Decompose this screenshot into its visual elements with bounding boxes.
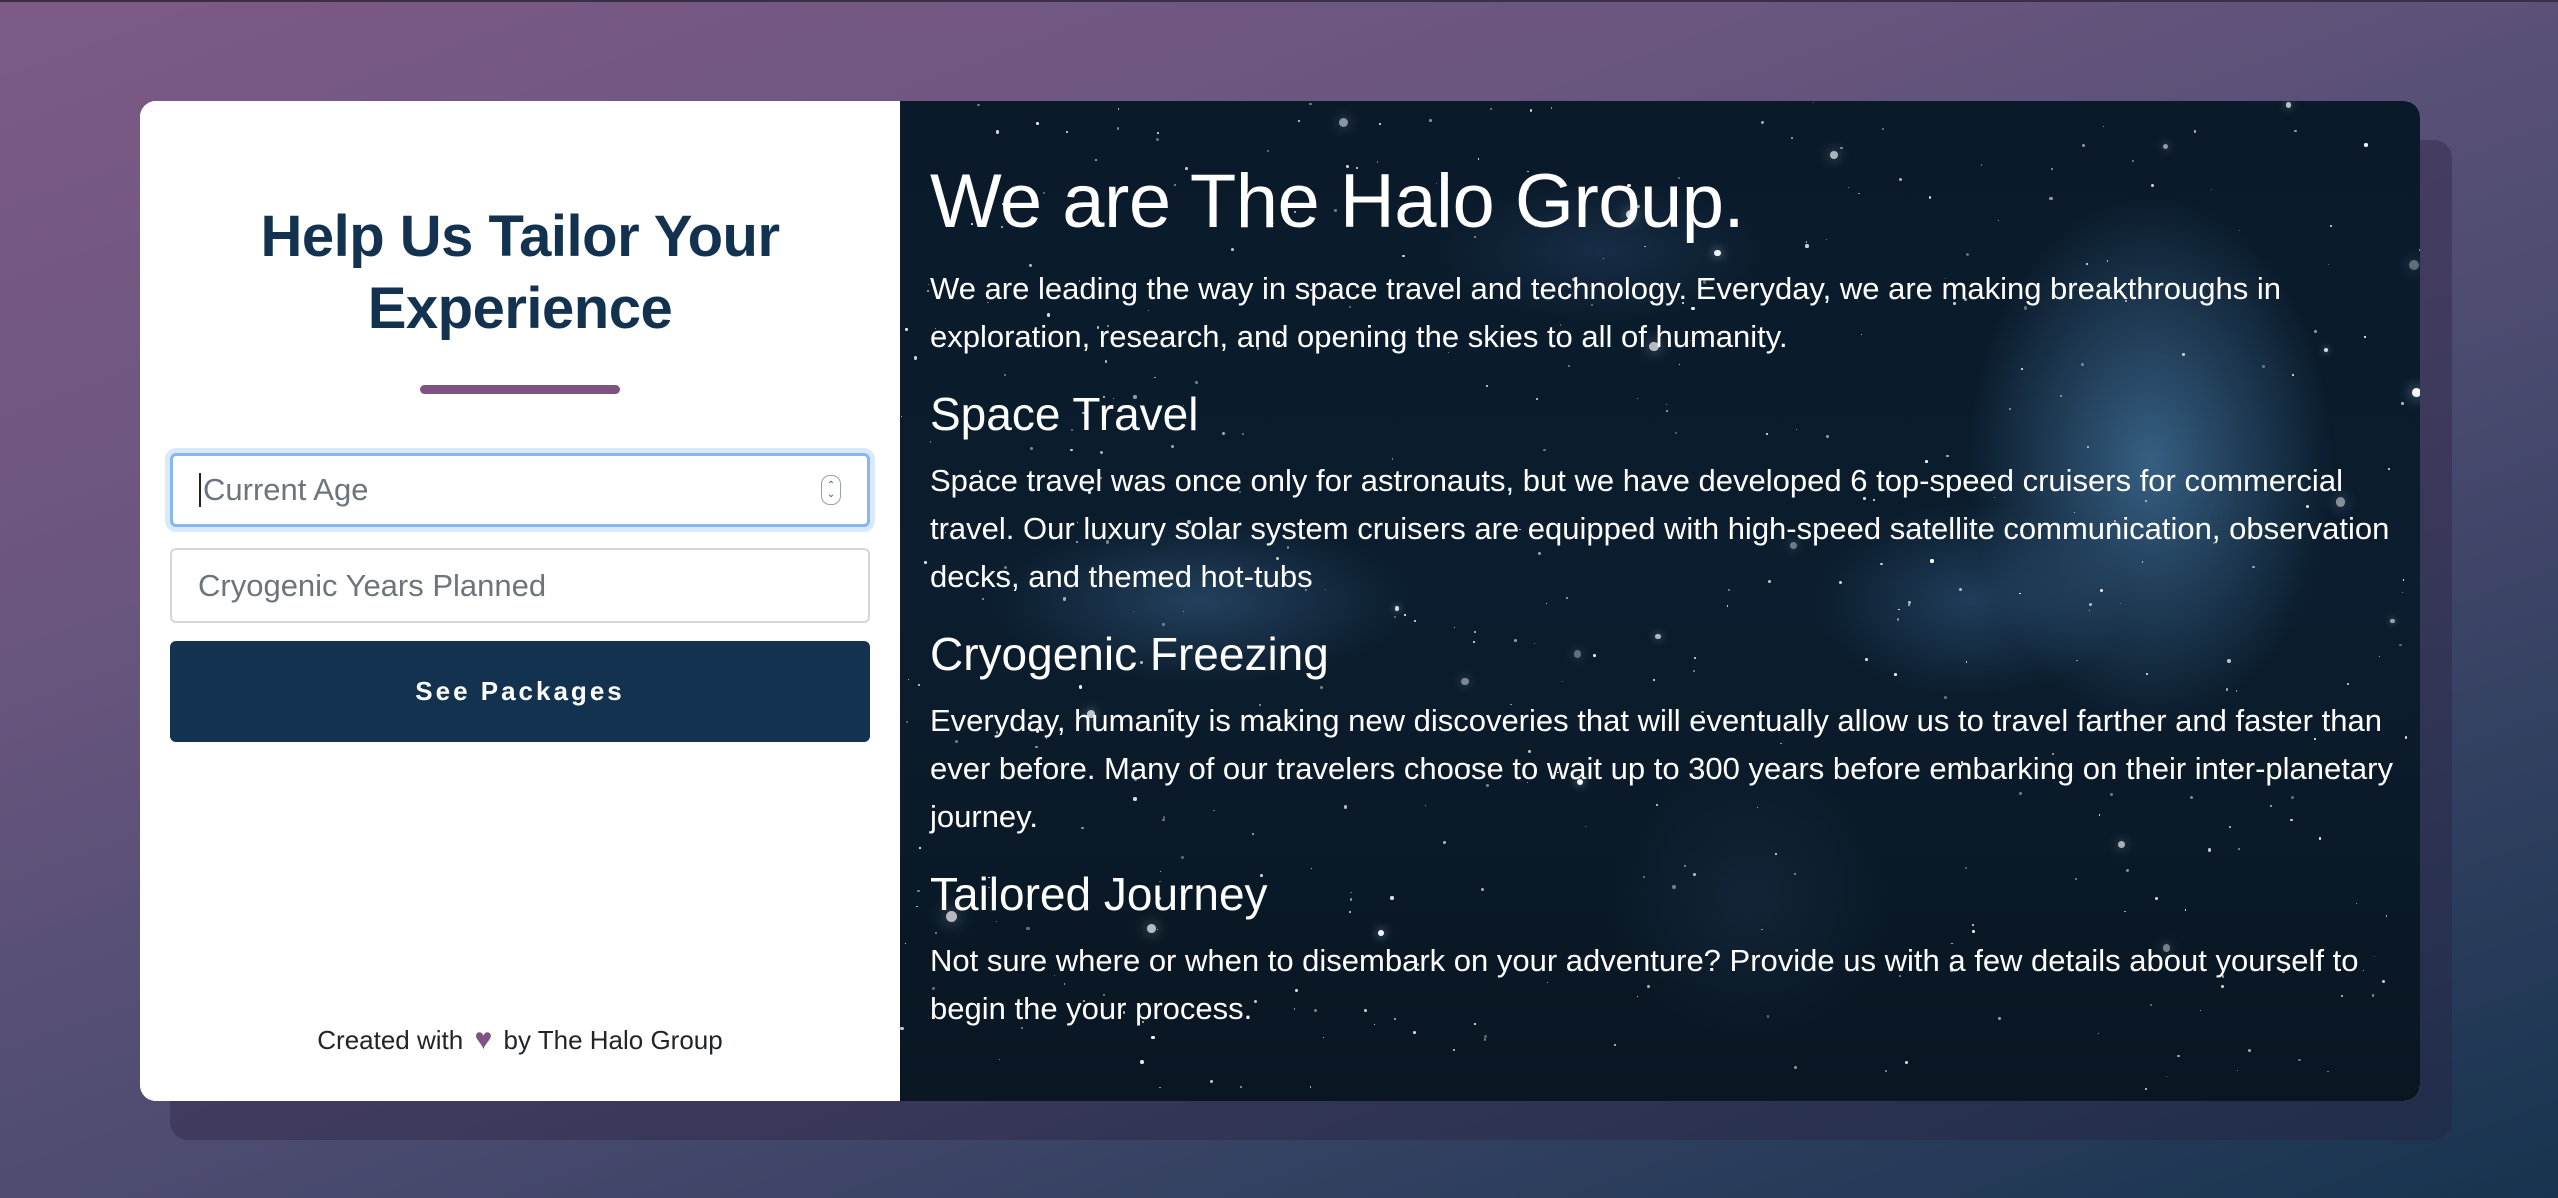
star-dot [1140,1060,1144,1064]
star-dot [1309,102,1312,106]
star-dot [976,103,980,107]
form-title-line1: Help Us Tailor Your [260,204,780,269]
section-title-tailored-journey: Tailored Journey [930,868,1268,920]
form-title-line2: Experience [367,276,673,341]
star-dot [2248,1048,2251,1052]
star-dot [2193,129,2197,133]
star-dot [2327,1070,2329,1072]
star-dot [1239,1085,1243,1089]
star-dot [1881,128,1884,131]
star-dot [916,905,918,907]
footer-credit: Created with ♥ by The Halo Group [140,1023,900,1057]
star-dot [1117,108,1120,110]
star-dot [1156,131,1159,134]
star-dot [2294,129,2297,133]
section-title-space-travel: Space Travel [930,388,1199,440]
star-dot [1158,1086,1161,1089]
star-dot [1550,106,1553,109]
star-dot [2408,259,2419,271]
star-dot [1309,1086,1312,1088]
star-dot [1429,119,1432,123]
star-dot [1066,130,1069,133]
star-dot [1530,109,1533,112]
star-dot [2285,102,2292,108]
star-dot [1322,1036,1325,1039]
star-dot [927,283,929,285]
star-dot [1884,1070,1887,1073]
section-body-cryogenic-freezing: Everyday, humanity is making new discove… [930,703,2393,834]
star-dot [2103,125,2105,127]
star-dot [917,889,920,892]
heart-icon: ♥ [474,1023,493,1056]
star-dot [905,720,908,723]
about-intro: We are leading the way in space travel a… [930,271,2281,354]
top-border [0,0,2558,2]
star-dot [2412,387,2420,397]
star-dot [1378,122,1381,125]
star-dot [2082,144,2086,148]
star-dot [1266,149,1269,153]
stepper-down-icon[interactable]: ⌄ [827,490,835,500]
star-dot [1840,146,1844,150]
star-dot [1812,101,1814,104]
star-dot [2145,1087,2148,1090]
section-body-tailored-journey: Not sure where or when to disembark on y… [930,943,2359,1026]
section-title-cryogenic-freezing: Cryogenic Freezing [930,628,1329,680]
form-title: Help Us Tailor Your Experience [140,201,900,345]
star-dot [2097,1032,2100,1035]
star-dot [1151,1036,1155,1040]
star-dot [1036,121,1040,125]
form-panel: Help Us Tailor Your Experience Current A… [140,101,900,1101]
cryogenic-years-placeholder: Cryogenic Years Planned [198,567,547,603]
star-dot [1298,120,1301,123]
star-dot [999,1058,1001,1061]
star-dot [1483,1038,1487,1041]
footer-prefix: Created with [317,1025,464,1055]
star-dot [1905,1061,1909,1065]
star-dot [2236,1069,2239,1071]
star-dot [2364,143,2368,147]
star-dot [1794,1065,1797,1069]
about-panel: We are The Halo Group. We are leading th… [900,101,2420,1101]
star-dot [1490,108,1493,111]
star-dot [1338,118,1348,128]
about-heading: We are The Halo Group. [930,159,1745,244]
number-stepper-icon[interactable]: ⌃ ⌄ [821,475,841,505]
text-caret [199,473,201,507]
star-dot [1116,127,1120,130]
star-dot [1614,1043,1617,1046]
star-dot [2177,1054,2180,1058]
star-dot [2162,143,2169,149]
star-dot [900,1026,904,1031]
star-dot [904,942,906,944]
star-dot [1209,1080,1213,1084]
star-dot [907,678,909,680]
title-underline [420,385,620,394]
star-dot [1452,1048,1455,1051]
star-dot [2297,1058,2301,1062]
star-dot [923,560,928,565]
about-content: We are The Halo Group. We are leading th… [930,157,2410,1033]
star-dot [913,356,918,360]
star-dot [1156,138,1160,142]
footer-suffix: by The Halo Group [503,1025,723,1055]
main-card: Help Us Tailor Your Experience Current A… [140,101,2420,1101]
current-age-placeholder: Current Age [203,472,369,507]
star-dot [2166,1075,2168,1077]
star-dot [1790,136,1794,140]
star-dot [2419,248,2420,252]
star-dot [900,415,903,417]
star-dot [917,683,920,686]
current-age-input[interactable]: Current Age ⌃ ⌄ [170,453,870,527]
cryogenic-years-input[interactable]: Cryogenic Years Planned [170,548,870,623]
see-packages-button[interactable]: See Packages [170,641,870,742]
star-dot [905,328,908,331]
star-dot [1761,121,1764,124]
star-dot [995,130,1000,134]
star-dot [919,847,921,849]
section-body-space-travel: Space travel was once only for astronaut… [930,463,2390,594]
